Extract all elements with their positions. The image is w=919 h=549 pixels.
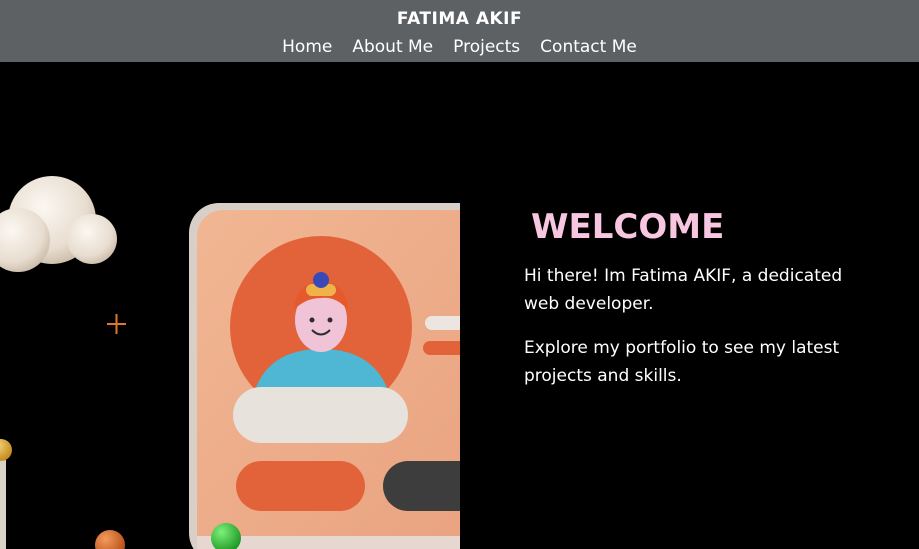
hero-section: WELCOME Hi there! Im Fatima AKIF, a dedi…	[0, 62, 919, 549]
profile-card	[189, 203, 460, 549]
main-nav: Home About Me Projects Contact Me	[0, 37, 919, 57]
cloud-icon	[0, 176, 117, 272]
orange-ball-icon	[95, 530, 125, 549]
nav-about-me[interactable]: About Me	[352, 37, 433, 57]
profile-card-illustration	[0, 176, 460, 549]
nav-projects[interactable]: Projects	[453, 37, 520, 57]
explore-text: Explore my portfolio to see my latest pr…	[524, 338, 840, 386]
welcome-heading: WELCOME	[531, 207, 725, 247]
hero-illustration	[0, 62, 460, 549]
nav-home[interactable]: Home	[282, 37, 332, 57]
plus-icon	[107, 314, 126, 334]
site-header: FATIMA AKIF Home About Me Projects Conta…	[0, 0, 919, 62]
site-brand: FATIMA AKIF	[396, 9, 523, 29]
lollipop-icon	[0, 439, 12, 549]
intro-text: Hi there! Im Fatima AKIF, a dedicated we…	[524, 266, 843, 314]
nav-contact-me[interactable]: Contact Me	[540, 37, 637, 57]
